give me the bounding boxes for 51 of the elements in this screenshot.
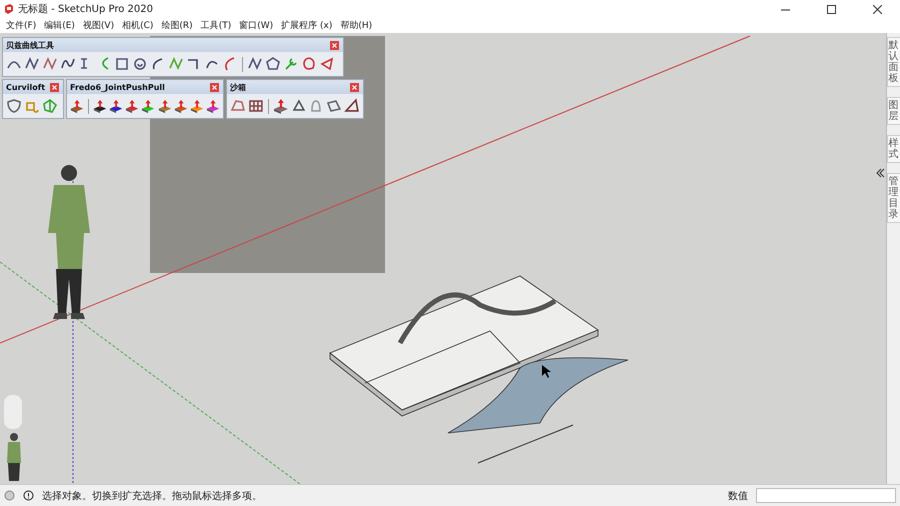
- push-pull-icon[interactable]: [272, 98, 289, 114]
- push-pull-icon[interactable]: [70, 98, 84, 114]
- menu-item[interactable]: 编辑(E): [40, 19, 79, 32]
- maximize-icon: [826, 4, 836, 14]
- tray-tab[interactable]: 图层: [886, 97, 900, 125]
- close-icon[interactable]: [330, 40, 339, 50]
- cursor-icon: [542, 365, 551, 378]
- measurements-field[interactable]: [756, 488, 896, 503]
- tray-tab[interactable]: 默认面板: [886, 37, 900, 87]
- push-pull-icon[interactable]: [158, 98, 172, 114]
- menu-item[interactable]: 帮助(H): [336, 19, 376, 32]
- menu-item[interactable]: 相机(C): [118, 19, 158, 32]
- toolbar-title: Fredo6_JointPushPull: [70, 82, 165, 92]
- menu-item[interactable]: 窗口(W): [235, 19, 278, 32]
- grid-icon[interactable]: [248, 98, 264, 114]
- toolbar-title: 贝兹曲线工具: [6, 40, 54, 50]
- menu-item[interactable]: 文件(F): [2, 19, 40, 32]
- tray-tab[interactable]: 样式: [886, 135, 900, 163]
- scroll-handle[interactable]: [4, 395, 22, 429]
- mesh-icon[interactable]: [42, 98, 58, 114]
- push-pull-icon[interactable]: [206, 98, 220, 114]
- menu-item[interactable]: 扩展程序 (x): [277, 19, 336, 32]
- push-pull-icon[interactable]: [190, 98, 204, 114]
- loop-icon[interactable]: [301, 56, 317, 72]
- toolbar-title: 沙箱: [230, 82, 246, 92]
- triangle-icon[interactable]: [319, 56, 335, 72]
- push-pull-icon[interactable]: [174, 98, 188, 114]
- push-pull-icon[interactable]: [109, 98, 124, 114]
- close-icon[interactable]: [210, 82, 219, 92]
- info-icon[interactable]: [23, 490, 34, 501]
- geo-location-icon[interactable]: [4, 490, 15, 501]
- status-message: 选择对象。切换到扩充选择。拖动鼠标选择多项。: [42, 490, 263, 502]
- person-silhouette-drawing: [7, 433, 21, 481]
- shield-icon[interactable]: [6, 98, 22, 114]
- menu-item[interactable]: 视图(V): [78, 19, 118, 32]
- push-pull-icon[interactable]: [93, 98, 108, 114]
- window-title: 无标题 - SketchUp Pro 2020: [18, 2, 154, 16]
- square-icon[interactable]: [114, 56, 130, 72]
- measurements-label: 数值: [728, 490, 748, 502]
- menu-item[interactable]: 绘图(R): [157, 19, 197, 32]
- close-icon[interactable]: [50, 82, 59, 92]
- toolbar-title: Curviloft: [6, 82, 46, 92]
- tray-tab[interactable]: 管理目录: [886, 173, 900, 223]
- menu-item[interactable]: 工具(T): [196, 19, 236, 32]
- collapse-icon[interactable]: [876, 168, 884, 178]
- close-icon[interactable]: [350, 82, 359, 92]
- close-icon: [872, 4, 882, 14]
- sketchup-logo-icon: [4, 4, 14, 14]
- push-pull-icon[interactable]: [125, 98, 140, 114]
- polygon-icon[interactable]: [265, 56, 281, 72]
- push-pull-icon[interactable]: [141, 98, 156, 114]
